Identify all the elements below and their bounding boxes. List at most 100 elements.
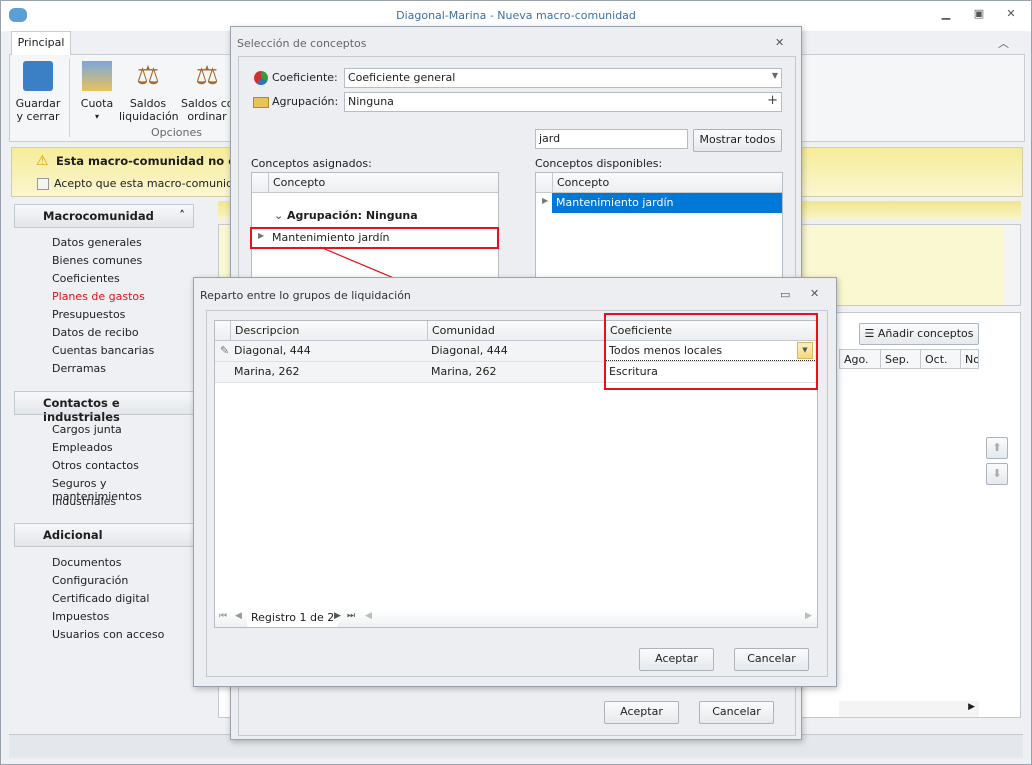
list-icon: ☰ [864, 327, 878, 340]
cancel-button[interactable]: Cancelar [734, 648, 809, 671]
accept-button[interactable]: Aceptar [604, 701, 679, 724]
move-down-icon[interactable]: ⬇ [986, 463, 1008, 485]
move-up-icon[interactable]: ⬆ [986, 437, 1008, 459]
cell-descripcion: Diagonal, 444 [234, 344, 311, 357]
group-title: Contactos e industriales [43, 396, 120, 424]
col-comunidad[interactable]: Comunidad [427, 321, 605, 341]
group-label-opciones: Opciones [151, 126, 202, 139]
scales-icon: ⚖ [136, 61, 160, 91]
col-nov: Nov [960, 350, 978, 368]
sidebar-item[interactable]: Datos generales [52, 236, 142, 249]
sidebar-item[interactable]: Configuración [52, 574, 128, 587]
warning-text: Esta macro-comunidad no está [56, 154, 257, 168]
agrup-select[interactable]: Ninguna + [344, 92, 782, 112]
table-row[interactable]: ▶ Mantenimiento jardín [536, 193, 782, 213]
label: Cuota [80, 97, 114, 110]
months-header: Ago. Sep. Oct. Nov [839, 349, 979, 369]
chevron-up-icon[interactable]: ˄ [179, 208, 185, 222]
minimize-icon[interactable]: ▁ [936, 7, 956, 23]
col-oct: Oct. [920, 350, 952, 368]
window-title: Diagonal-Marina - Nueva macro-comunidad [396, 9, 636, 22]
assigned-label: Conceptos asignados: [251, 157, 372, 170]
label: Saldos [129, 97, 167, 110]
close-icon[interactable]: ✕ [1001, 7, 1021, 23]
tab-principal[interactable]: Principal [11, 31, 71, 55]
sidebar-item[interactable]: Otros contactos [52, 459, 139, 472]
close-icon[interactable]: ✕ [775, 36, 784, 49]
sidebar-item[interactable]: Planes de gastos [52, 290, 145, 303]
sidebar-item[interactable]: Industriales [52, 495, 116, 508]
save-close-button[interactable]: Guardar y cerrar [13, 61, 63, 123]
saldos-ordinarios-button[interactable]: ⚖ Saldos conordinar [181, 61, 233, 123]
sidebar-item[interactable]: Documentos [52, 556, 121, 569]
sidebar-item[interactable]: Impuestos [52, 610, 109, 623]
value: jard [539, 132, 561, 145]
coef-label: Coeficiente: [272, 71, 338, 84]
sidebar-item[interactable]: Derramas [52, 362, 106, 375]
chevron-down-icon[interactable]: ▼ [772, 71, 778, 80]
saldos-liquidacion-button[interactable]: ⚖ Saldos liquidación [119, 61, 179, 123]
scroll-right-icon[interactable]: ▶ [968, 702, 975, 712]
accept-button[interactable]: Aceptar [639, 648, 714, 671]
group-contactos[interactable]: Contactos e industriales [14, 391, 194, 424]
scales-icon: ⚖ [195, 61, 219, 91]
coef-select[interactable]: Coeficiente general ▼ [344, 68, 782, 88]
sidebar-item[interactable]: Datos de recibo [52, 326, 139, 339]
sidebar-item[interactable]: Coeficientes [52, 272, 120, 285]
calendar-coins-icon [82, 61, 112, 91]
collapse-ribbon-icon[interactable]: ︿ [998, 35, 1009, 51]
group-row[interactable]: ⌄ Agrupación: Ninguna [274, 209, 418, 222]
dialog-reparto: Reparto entre lo grupos de liquidación ▭… [193, 277, 837, 687]
search-input[interactable]: jard [535, 129, 688, 149]
sidebar-item[interactable]: Cuentas bancarias [52, 344, 154, 357]
col-concepto: Concepto [552, 173, 613, 192]
cancel-button[interactable]: Cancelar [699, 701, 774, 724]
group-macrocomunidad[interactable]: Macrocomunidad ˄ [14, 204, 194, 228]
scroll-right-icon[interactable]: ▶ [801, 608, 816, 624]
warning-icon: ⚠ [36, 153, 49, 169]
agrup-label: Agrupación: [272, 95, 339, 108]
col-sep: Sep. [880, 350, 913, 368]
first-record-icon[interactable]: ⏮ [215, 608, 231, 624]
group-row-label: Agrupación: Ninguna [287, 209, 418, 222]
close-icon[interactable]: ✕ [810, 287, 819, 300]
sidebar-item[interactable]: Bienes comunes [52, 254, 142, 267]
scrollbar[interactable] [1004, 225, 1020, 305]
sidebar-item[interactable]: Usuarios con acceso [52, 628, 164, 641]
prev-record-icon[interactable]: ◀ [231, 608, 246, 624]
highlight-box [250, 227, 499, 249]
dialog-title: Reparto entre lo grupos de liquidación [200, 289, 411, 302]
divider [69, 59, 70, 137]
last-record-icon[interactable]: ⏭ [343, 608, 359, 624]
cuota-button[interactable]: Cuota ▾ [76, 61, 118, 123]
sidebar-item[interactable]: Cargos junta [52, 423, 122, 436]
label: Saldos con [181, 97, 233, 110]
maximize-icon[interactable]: ▭ [780, 288, 790, 301]
label: Añadir conceptos [877, 327, 974, 340]
record-counter: Registro 1 de 2 [247, 608, 339, 627]
cell-comunidad: Marina, 262 [431, 365, 497, 378]
value: Coeficiente general [348, 71, 456, 84]
scroll-left-icon[interactable]: ◀ [361, 608, 376, 624]
sidebar-item[interactable]: Presupuestos [52, 308, 125, 321]
label: liquidación [119, 110, 179, 123]
add-concepts-button[interactable]: ☰ Añadir conceptos [859, 323, 979, 345]
chevron-down-icon: ⌄ [274, 209, 288, 222]
available-label: Conceptos disponibles: [535, 157, 663, 170]
show-all-button[interactable]: Mostrar todos [693, 129, 782, 152]
restore-icon[interactable]: ▣ [969, 7, 989, 23]
highlight-box [604, 313, 818, 390]
group-adicional[interactable]: Adicional [14, 523, 194, 547]
record-navigator: ⏮ ◀ Registro 1 de 2 ▶ ⏭ ◀ ▶ [215, 608, 817, 627]
cell-descripcion: Marina, 262 [234, 365, 300, 378]
sidebar-item[interactable]: Empleados [52, 441, 113, 454]
label: ▾ [94, 112, 99, 121]
folder-icon [253, 97, 269, 108]
col-descripcion[interactable]: Descripcion [230, 321, 427, 341]
cell-concepto: Mantenimiento jardín [552, 193, 782, 213]
plus-icon[interactable]: + [767, 93, 778, 108]
sidebar-item[interactable]: Certificado digital [52, 592, 149, 605]
h-scrollbar[interactable]: ▶ [839, 701, 979, 717]
accept-checkbox[interactable] [37, 178, 49, 190]
label: y cerrar [16, 110, 60, 123]
